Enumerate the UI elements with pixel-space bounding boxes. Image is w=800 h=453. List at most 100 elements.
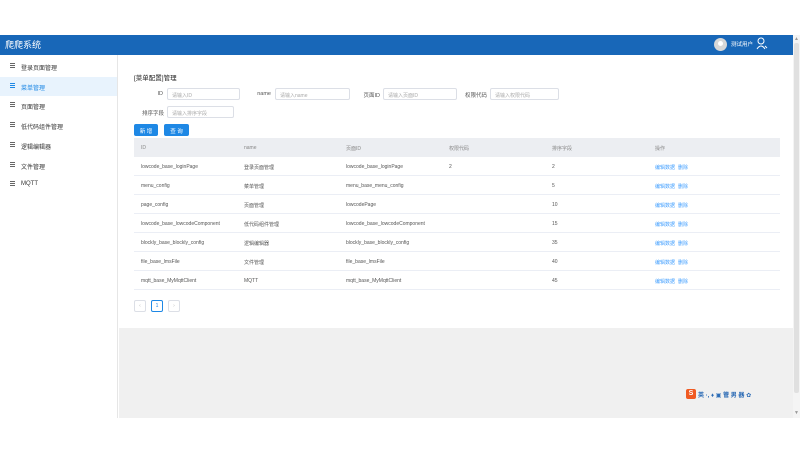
next-page-button[interactable]: ›	[168, 300, 180, 312]
username[interactable]: 测试用户	[731, 40, 753, 48]
user-icon[interactable]	[756, 37, 768, 51]
edit-link[interactable]: 编辑数据	[655, 259, 675, 266]
cell-id: lowcode_base_lowcodeComponent	[141, 221, 220, 227]
sidebar-item-label: MQTT	[21, 181, 38, 187]
column-header-name[interactable]: name	[244, 145, 257, 151]
menu-icon	[10, 162, 15, 167]
cell-page-id: lowcode_base_loginPage	[346, 164, 403, 170]
delete-link[interactable]: 删除	[678, 202, 688, 209]
avatar[interactable]	[714, 38, 727, 51]
vertical-scrollbar[interactable]: ▲ ▼	[793, 35, 800, 418]
prev-page-button[interactable]: ‹	[134, 300, 146, 312]
ime-toolbar[interactable]: S 英 ·, ♦ ▣ 管 男 器 ✿	[686, 388, 751, 400]
table-row: page_config 页面管理 lowcodePage 10 编辑数据 删除	[134, 195, 780, 214]
sidebar-item-page[interactable]: 页面管理	[0, 96, 117, 115]
table-row: mqtt_base_MyMqttClient MQTT mqtt_base_My…	[134, 271, 780, 290]
menu-icon	[10, 181, 15, 186]
sidebar-item-label: 逻辑编辑器	[21, 145, 52, 151]
delete-link[interactable]: 删除	[678, 278, 688, 285]
delete-link[interactable]: 删除	[678, 259, 688, 266]
sidebar-item-label: 菜单管理	[21, 86, 46, 92]
delete-link[interactable]: 删除	[678, 183, 688, 190]
cell-id: file_base_lmsFile	[141, 259, 180, 265]
edit-link[interactable]: 编辑数据	[655, 221, 675, 228]
filter-name-label: name	[257, 91, 271, 97]
top-bar: 爬爬系统 测试用户	[0, 35, 800, 55]
add-button[interactable]: 新 增	[134, 124, 158, 136]
edit-link[interactable]: 编辑数据	[655, 278, 675, 285]
sidebar: 登录页面管理 菜单管理 页面管理 低代码组件管理 逻辑编辑器 文件管理 MQTT	[0, 55, 118, 418]
app-title: 爬爬系统	[5, 40, 42, 50]
column-header-page-id[interactable]: 页面ID	[346, 145, 361, 152]
cell-sort: 45	[552, 278, 558, 284]
column-header-id[interactable]: ID	[141, 145, 146, 151]
sidebar-item-menu[interactable]: 菜单管理	[0, 77, 117, 96]
table-row: menu_config 菜单管理 menu_base_menu_config 5…	[134, 176, 780, 195]
cell-sort: 35	[552, 240, 558, 246]
content-panel: [菜单配置]管理 ID 请输入ID name 请输入name 页面ID 请输入页…	[119, 55, 800, 328]
menu-icon	[10, 63, 15, 68]
cell-id: menu_config	[141, 183, 170, 189]
column-header-perm[interactable]: 权限代码	[449, 145, 469, 152]
sidebar-item-label: 登录页面管理	[21, 66, 58, 72]
sidebar-item-login-page[interactable]: 登录页面管理	[0, 57, 117, 76]
table-header: ID name 页面ID 权限代码 排序字段 操作	[134, 138, 780, 157]
sidebar-item-label: 页面管理	[21, 105, 46, 111]
menu-icon	[10, 102, 15, 107]
cell-page-id: lowcodePage	[346, 202, 377, 208]
cell-page-id: file_base_lmsFile	[346, 259, 385, 265]
cell-sort: 2	[552, 164, 555, 170]
sidebar-item-files[interactable]: 文件管理	[0, 156, 117, 175]
cell-page-id: lowcode_base_lowcodeComponent	[346, 221, 425, 227]
cell-sort: 15	[552, 221, 558, 227]
filter-page-id-label: 页面ID	[363, 93, 380, 99]
edit-link[interactable]: 编辑数据	[655, 202, 675, 209]
delete-link[interactable]: 删除	[678, 240, 688, 247]
cell-name: 登录页面管理	[244, 165, 275, 171]
filter-sort-input[interactable]: 请输入排序字段	[167, 106, 234, 118]
filter-page-id-input[interactable]: 请输入页面ID	[383, 88, 457, 100]
column-header-sort[interactable]: 排序字段	[552, 145, 572, 152]
filter-perm-input[interactable]: 请输入权限代码	[490, 88, 559, 100]
sidebar-item-mqtt[interactable]: MQTT	[0, 175, 117, 194]
menu-icon	[10, 122, 15, 127]
filter-id-input[interactable]: 请输入ID	[167, 88, 240, 100]
edit-link[interactable]: 编辑数据	[655, 240, 675, 247]
scrollbar-thumb[interactable]	[794, 43, 799, 393]
page-number-button[interactable]: 1	[151, 300, 163, 312]
cell-id: lowcode_base_loginPage	[141, 164, 198, 170]
menu-icon	[10, 83, 15, 88]
cell-sort: 5	[552, 183, 555, 189]
ime-status-icons[interactable]: 英 ·, ♦ ▣ 管 男 器 ✿	[698, 390, 751, 399]
scroll-down-icon[interactable]: ▼	[794, 410, 799, 416]
sogou-logo[interactable]: S	[686, 389, 696, 399]
scroll-up-icon[interactable]: ▲	[794, 36, 799, 42]
main-area: [菜单配置]管理 ID 请输入ID name 请输入name 页面ID 请输入页…	[119, 55, 800, 418]
cell-name: 菜单管理	[244, 184, 265, 190]
table-row: lowcode_base_loginPage 登录页面管理 lowcode_ba…	[134, 157, 780, 176]
cell-id: blockly_base_blockly_config	[141, 240, 205, 246]
sidebar-item-logic-editor[interactable]: 逻辑编辑器	[0, 136, 117, 155]
cell-perm: 2	[449, 164, 452, 170]
filter-sort-label: 排序字段	[141, 111, 164, 117]
cell-name: MQTT	[244, 278, 259, 284]
footer-area	[119, 328, 794, 418]
sidebar-item-label: 低代码组件管理	[21, 125, 64, 131]
sidebar-item-lowcode[interactable]: 低代码组件管理	[0, 116, 117, 135]
delete-link[interactable]: 删除	[678, 164, 688, 171]
cell-page-id: menu_base_menu_config	[346, 183, 404, 189]
cell-page-id: blockly_base_blockly_config	[346, 240, 410, 246]
delete-link[interactable]: 删除	[678, 221, 688, 228]
menu-icon	[10, 142, 15, 147]
cell-sort: 40	[552, 259, 558, 265]
edit-link[interactable]: 编辑数据	[655, 164, 675, 171]
sidebar-item-label: 文件管理	[21, 165, 46, 171]
filter-id-label: ID	[157, 91, 164, 97]
table-row: lowcode_base_lowcodeComponent 低代码组件管理 lo…	[134, 214, 780, 233]
cell-name: 页面管理	[244, 203, 265, 209]
cell-id: page_config	[141, 202, 169, 208]
query-button[interactable]: 查 询	[164, 124, 189, 136]
filter-name-input[interactable]: 请输入name	[275, 88, 350, 100]
cell-page-id: mqtt_base_MyMqttClient	[346, 278, 402, 284]
edit-link[interactable]: 编辑数据	[655, 183, 675, 190]
